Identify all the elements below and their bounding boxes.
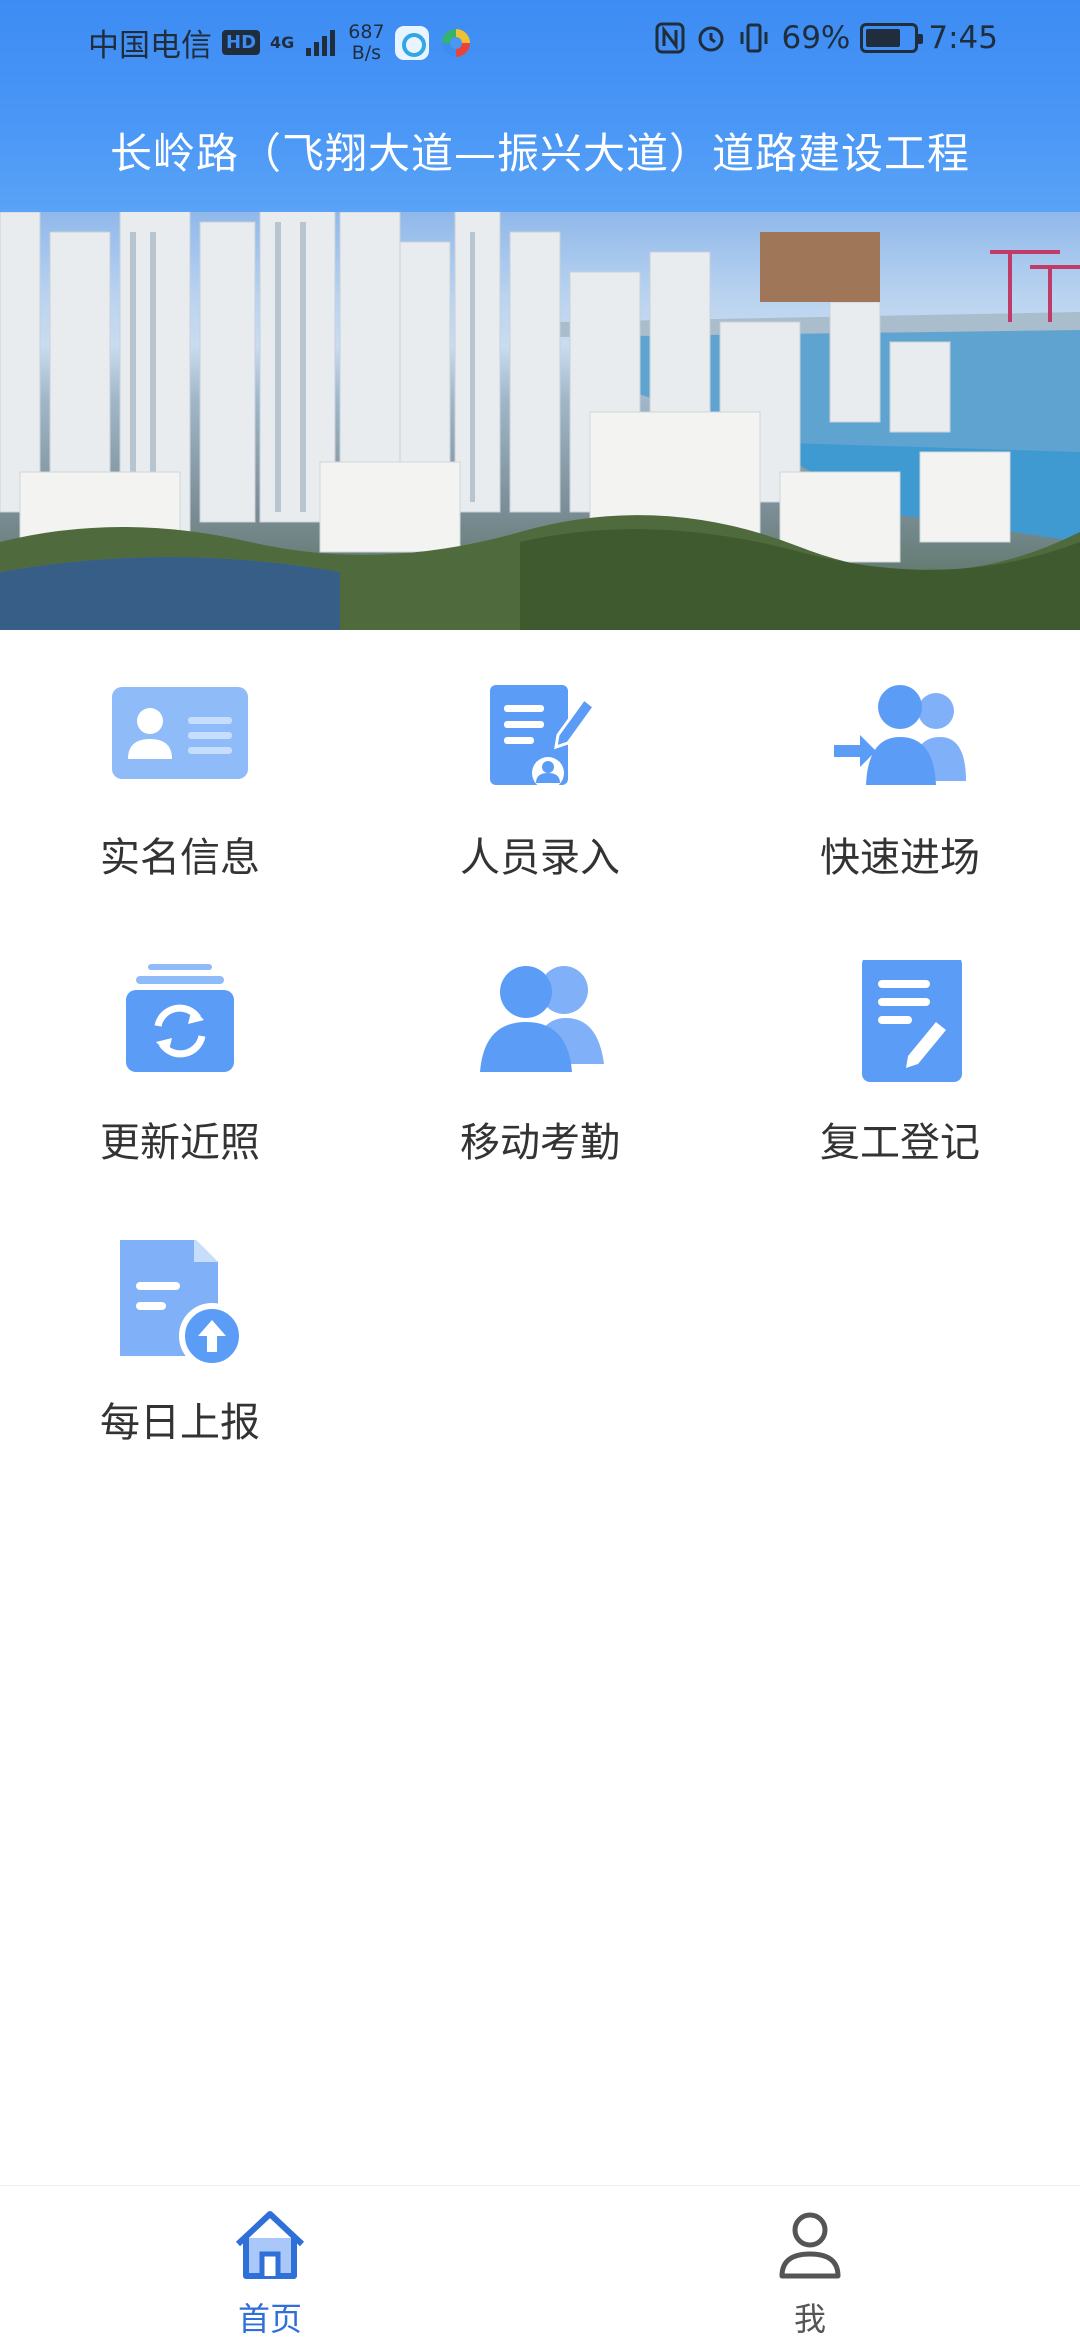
banner-carousel[interactable] xyxy=(0,212,1080,630)
menu-item-label: 人员录入 xyxy=(460,835,620,881)
network-speed: 687 B/s xyxy=(348,20,385,64)
home-icon xyxy=(235,2211,305,2279)
status-right: 69% 7:45 xyxy=(655,20,998,56)
tab-me-label: 我 xyxy=(793,2300,826,2338)
menu-item-label: 实名信息 xyxy=(100,835,260,881)
menu-item-daily-report[interactable]: 每日上报 xyxy=(0,1240,360,1520)
app-header: 中国电信 HD 4G 687 B/s 69% 7:45 长岭路（飞翔大道—振兴大… xyxy=(0,0,1080,212)
edit-document-icon xyxy=(490,685,597,789)
status-bar: 中国电信 HD 4G 687 B/s 69% 7:45 xyxy=(0,0,1080,82)
speed-unit: B/s xyxy=(351,41,382,64)
menu-item-label: 更新近照 xyxy=(100,1120,260,1166)
group-enter-icon xyxy=(834,685,966,785)
tab-me[interactable]: 我 xyxy=(710,2204,910,2340)
battery-icon xyxy=(860,23,924,53)
page-title: 长岭路（飞翔大道—振兴大道）道路建设工程 xyxy=(109,129,970,178)
carrier-name: 中国电信 xyxy=(88,28,212,64)
bottom-tab-bar: 首页 我 xyxy=(0,2185,1080,2340)
menu-item-label: 复工登记 xyxy=(820,1120,980,1166)
speed-value: 687 xyxy=(348,20,385,43)
refresh-photo-icon xyxy=(126,964,234,1072)
city-skyline-image xyxy=(0,212,1080,630)
menu-item-personnel-entry[interactable]: 人员录入 xyxy=(360,675,720,955)
menu-item-resume-registration[interactable]: 复工登记 xyxy=(720,960,1080,1240)
hd-badge: HD xyxy=(222,30,261,55)
people-icon xyxy=(480,966,604,1072)
register-document-icon xyxy=(862,960,962,1082)
id-card-icon xyxy=(112,687,248,779)
signal-icon xyxy=(306,29,336,56)
menu-item-label: 每日上报 xyxy=(100,1400,260,1446)
tab-home[interactable]: 首页 xyxy=(170,2204,370,2340)
user-icon xyxy=(779,2212,841,2279)
tab-home-label: 首页 xyxy=(237,2300,302,2338)
nfc-icon xyxy=(655,22,685,54)
status-left: 中国电信 HD 4G 687 B/s xyxy=(88,20,473,65)
menu-item-update-photo[interactable]: 更新近照 xyxy=(0,960,360,1240)
upload-file-icon xyxy=(120,1240,245,1369)
battery-percent: 69% xyxy=(781,20,851,56)
menu-item-label: 移动考勤 xyxy=(460,1120,620,1166)
menu-item-mobile-attendance[interactable]: 移动考勤 xyxy=(360,960,720,1240)
alarm-icon xyxy=(698,26,724,52)
menu-item-quick-entry[interactable]: 快速进场 xyxy=(720,675,1080,955)
network-type: 4G xyxy=(270,32,295,52)
vibrate-icon xyxy=(740,23,768,53)
menu-item-label: 快速进场 xyxy=(820,835,980,881)
notification-app-icon-2 xyxy=(439,26,473,60)
menu-item-real-name-info[interactable]: 实名信息 xyxy=(0,675,360,955)
clock-time: 7:45 xyxy=(928,20,998,56)
notification-app-icon xyxy=(394,25,429,60)
